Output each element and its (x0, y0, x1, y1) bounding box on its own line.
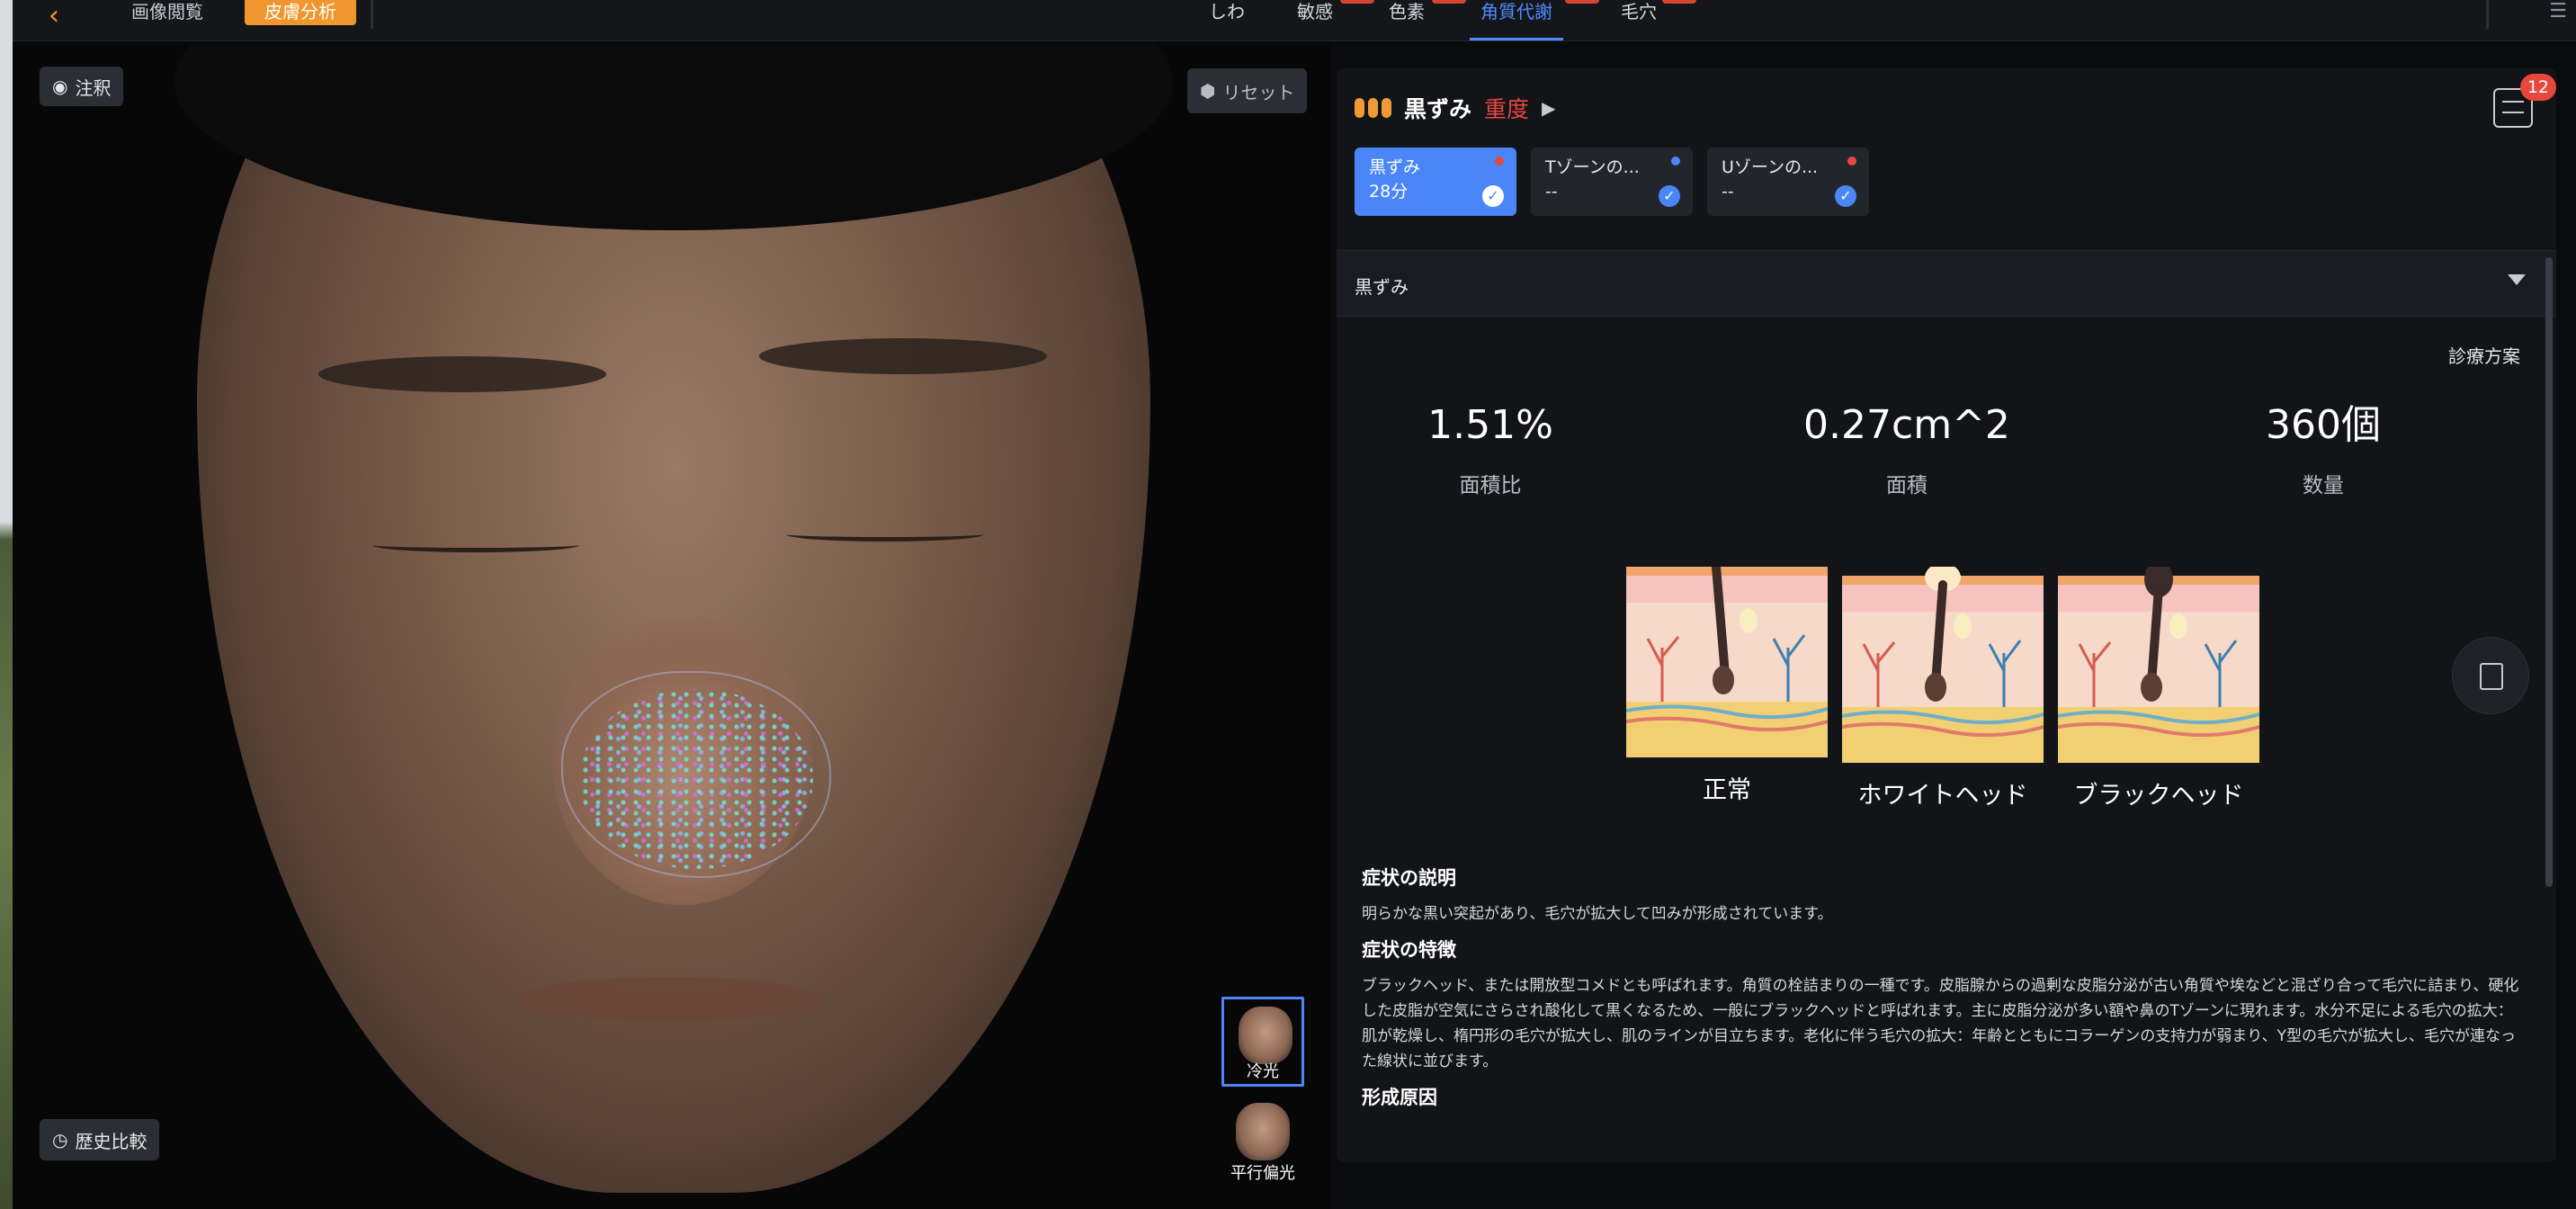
card-t-zone[interactable]: Tゾーンの... -- ✓ (1531, 148, 1693, 216)
clock-icon: ◷ (52, 1129, 68, 1151)
left-eyebrow (318, 356, 606, 392)
scrollbar[interactable] (2545, 257, 2553, 887)
alert-tag (1340, 0, 1374, 4)
cause-block: 形成原因 (1362, 1083, 2531, 1110)
analysis-panel: 黒ずみ 重度 ▶ 12 黒ずみ 28分 ✓ Tゾーンの... -- ✓ Uゾーン… (1337, 68, 2556, 1162)
illustration-label: ブラックヘッド (2073, 782, 2244, 810)
annotation-label: 注釈 (75, 76, 112, 99)
annotation-button[interactable]: ◉ 注釈 (40, 67, 124, 106)
stat-count: 360個 数量 (2188, 401, 2458, 498)
nav-skin-analysis[interactable]: 皮膚分析 (245, 0, 356, 25)
divider (371, 0, 373, 29)
feature-title: 症状の特徴 (1362, 939, 1456, 961)
card-u-zone[interactable]: Uゾーンの... -- ✓ (1707, 148, 1869, 216)
eye-icon: ◉ (52, 76, 68, 97)
card-title: 黒ずみ (1369, 157, 1421, 177)
cube-icon: ⬢ (1200, 80, 1216, 102)
status-dot (1847, 157, 1856, 166)
illustration-label: ホワイトヘッド (1857, 782, 2028, 810)
stat-label: 面積 (1886, 474, 1928, 497)
face-image-viewer[interactable]: ◉ 注釈 ⬢ リセット ◷ 歴史比較 冷光 平行偏光 (13, 41, 1331, 1209)
top-bar: ‹ 画像閲覧 皮膚分析 しわ 敏感 色素 角質代謝 毛穴 ☰ (13, 0, 2576, 41)
panel-header: 黒ずみ 重度 ▶ (1355, 90, 1555, 126)
skin-normal-diagram (1625, 562, 1829, 757)
reset-button[interactable]: ⬢ リセット (1187, 68, 1308, 113)
tab-keratin-metabolism[interactable]: 角質代謝 (1470, 0, 1563, 40)
illustration-whitehead: ホワイトヘッド (1841, 563, 2044, 837)
panel-title: 黒ずみ (1404, 96, 1472, 122)
right-eye (786, 527, 984, 542)
right-eyebrow (759, 338, 1047, 374)
thumbnail-face (1239, 1007, 1292, 1064)
divider (2486, 0, 2489, 29)
section-header[interactable]: 黒ずみ (1337, 250, 2556, 317)
stat-area-ratio: 1.51% 面積比 (1355, 401, 1625, 498)
history-label: 歴史比較 (75, 1130, 148, 1152)
skin-whitehead-diagram (1841, 563, 2044, 763)
mouth (516, 977, 822, 1022)
description-block: 症状の説明 明らかな黒い突起があり、毛穴が拡大して凹みが形成されています。 (1362, 864, 2531, 927)
thumbnail-label: 冷光 (1247, 1062, 1279, 1081)
category-icon (1355, 98, 1391, 118)
tab-pores[interactable]: 毛穴 (1621, 0, 1657, 23)
left-eye (372, 538, 579, 552)
stat-value: 0.27cm^2 (1803, 402, 2010, 448)
collapse-caret-icon[interactable] (2508, 274, 2526, 285)
feature-text: ブラックヘッド、または開放型コメドとも呼ばれます。角質の栓詰まりの一種です。皮脂… (1362, 977, 2519, 1070)
desc-text: 明らかな黒い突起があり、毛穴が拡大して凹みが形成されています。 (1362, 905, 1833, 923)
severity-label: 重度 (1484, 96, 1530, 122)
skin-blackhead-diagram (2057, 561, 2260, 763)
check-icon: ✓ (1835, 185, 1856, 207)
check-icon: ✓ (1482, 185, 1504, 207)
illustration-blackhead: ブラックヘッド (2057, 561, 2260, 837)
alert-tag (1565, 0, 1599, 4)
thumbnail-face (1236, 1103, 1290, 1160)
alert-tag (1662, 0, 1696, 4)
app-root: ‹ 画像閲覧 皮膚分析 しわ 敏感 色素 角質代謝 毛穴 ☰ ◉ 注釈 ⬢ リセ… (0, 0, 2576, 1209)
history-compare-button[interactable]: ◷ 歴史比較 (40, 1119, 160, 1160)
stat-label: 面積比 (1459, 474, 1522, 497)
card-title: Tゾーンの... (1545, 157, 1640, 177)
tab-wrinkles[interactable]: しわ (1209, 0, 1245, 23)
illustration-normal: 正常 (1625, 562, 1829, 837)
reset-label: リセット (1222, 81, 1295, 103)
notes-icon[interactable] (2452, 637, 2529, 714)
stat-area: 0.27cm^2 面積 (1772, 401, 2042, 498)
cause-title: 形成原因 (1362, 1087, 1437, 1108)
tab-sensitivity[interactable]: 敏感 (1297, 0, 1333, 23)
check-icon: ✓ (1659, 185, 1680, 207)
section-title: 黒ずみ (1355, 276, 1409, 298)
metric-cards: 黒ずみ 28分 ✓ Tゾーンの... -- ✓ Uゾーンの... -- ✓ (1355, 148, 1869, 216)
status-dot (1671, 157, 1680, 166)
report-count-badge: 12 (2519, 74, 2556, 101)
illustration-label: 正常 (1703, 776, 1751, 804)
expand-arrow-icon[interactable]: ▶ (1542, 97, 1555, 119)
feature-block: 症状の特徴 ブラックヘッド、または開放型コメドとも呼ばれます。角質の栓詰まりの一… (1362, 936, 2531, 1074)
thumbnail-parallel-polarized[interactable]: 平行偏光 (1221, 1096, 1304, 1186)
nav-image-browse[interactable]: 画像閲覧 (131, 0, 203, 25)
background-strip (0, 0, 13, 1209)
thumbnail-cold-light[interactable]: 冷光 (1221, 997, 1304, 1087)
card-title: Uゾーンの... (1722, 157, 1819, 177)
status-dot (1495, 157, 1504, 166)
treatment-plan-link[interactable]: 診療方案 (2448, 342, 2520, 368)
card-blackheads[interactable]: 黒ずみ 28分 ✓ (1355, 148, 1516, 216)
menu-icon[interactable]: ☰ (2549, 0, 2567, 22)
back-chevron-icon[interactable]: ‹ (49, 2, 59, 31)
stat-value: 1.51% (1427, 402, 1553, 448)
thumbnail-label: 平行偏光 (1230, 1164, 1295, 1183)
stat-value: 360個 (2266, 402, 2381, 448)
stat-label: 数量 (2303, 474, 2344, 497)
desc-title: 症状の説明 (1362, 867, 1456, 889)
alert-tag (1432, 0, 1466, 4)
tab-pigment[interactable]: 色素 (1389, 0, 1425, 23)
